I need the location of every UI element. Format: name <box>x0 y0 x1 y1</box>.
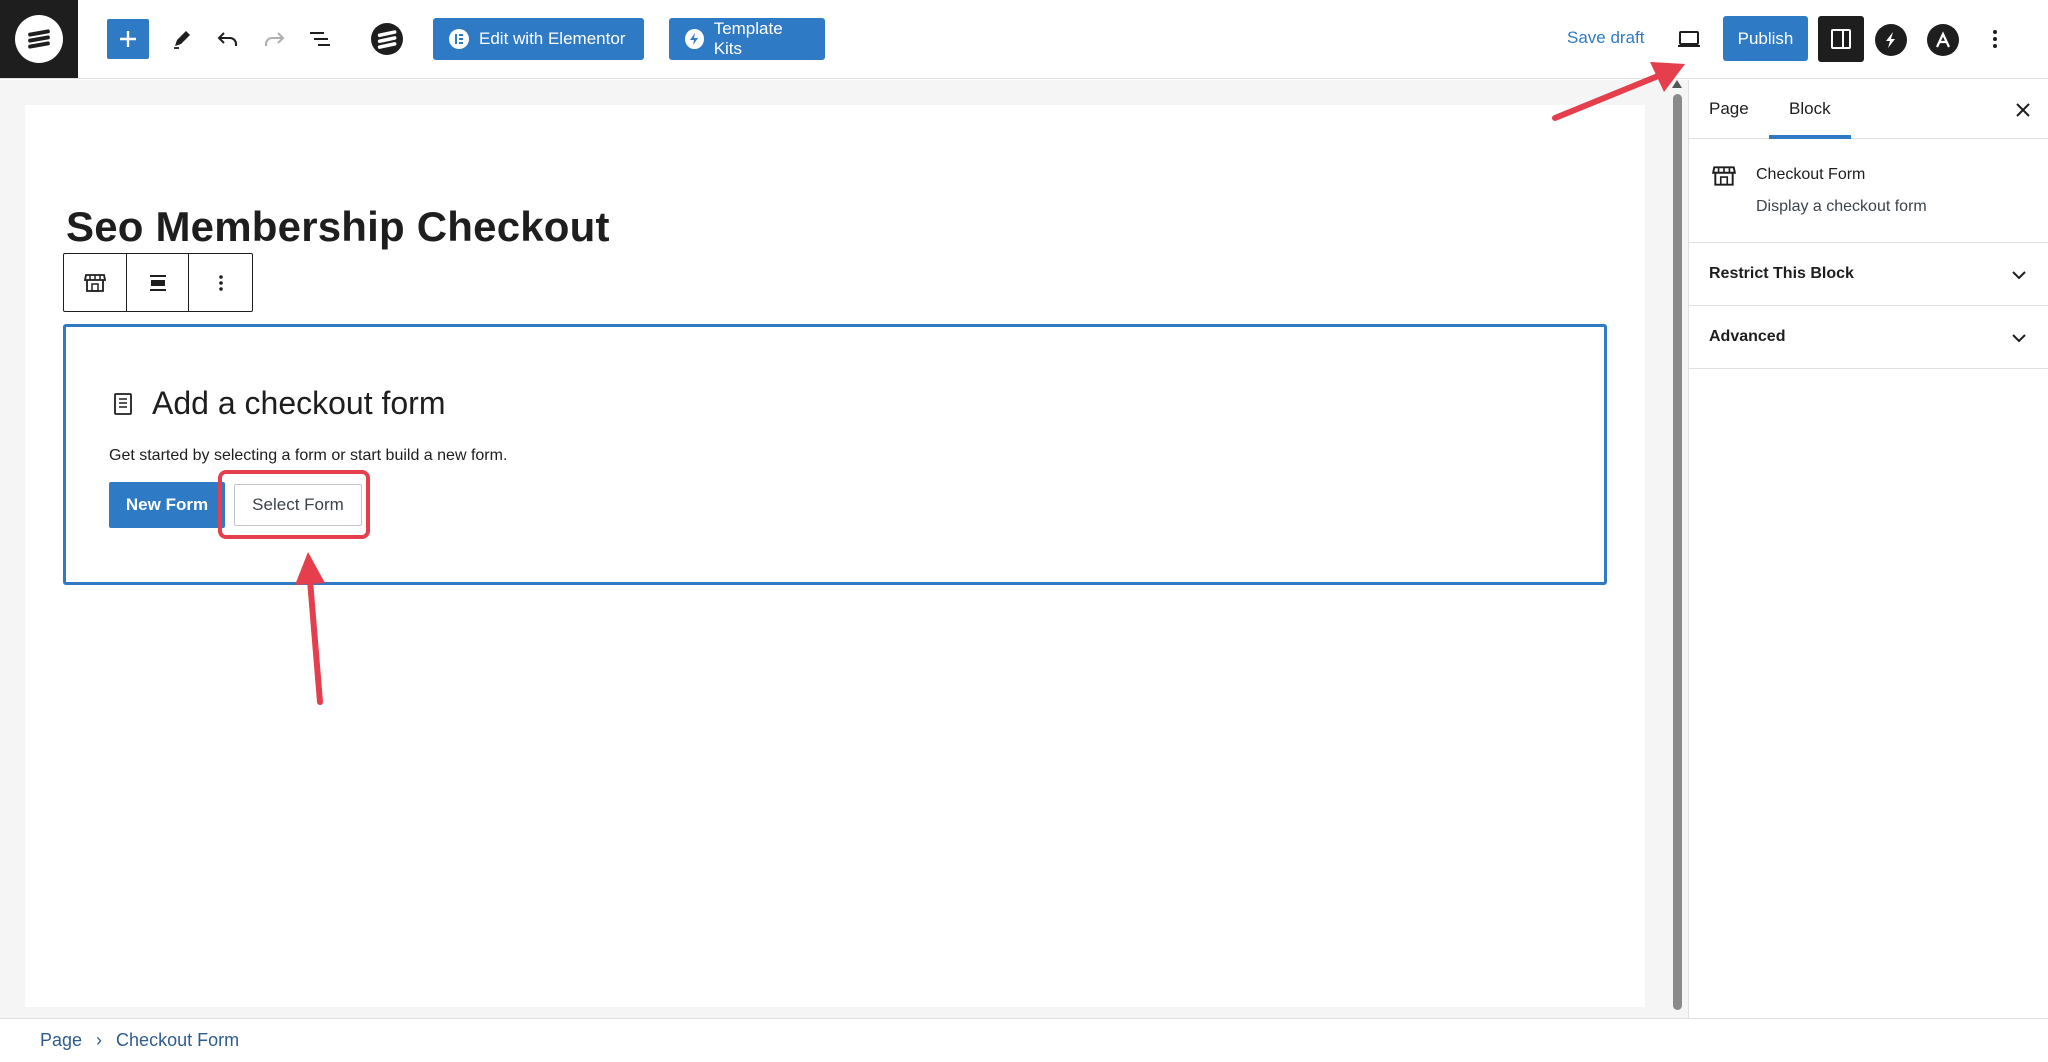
desktop-preview-icon <box>1678 31 1700 47</box>
edit-with-elementor-label: Edit with Elementor <box>479 29 626 48</box>
placeholder-description: Get started by selecting a form or start… <box>109 447 508 464</box>
add-block-icon <box>120 31 136 47</box>
redo-button[interactable] <box>252 17 296 61</box>
block-type-switcher[interactable] <box>64 254 127 311</box>
panel-restrict-this-block[interactable]: Restrict This Block <box>1689 243 2048 306</box>
tab-page[interactable]: Page <box>1709 99 1749 119</box>
settings-sidebar: Page Block Checkout Form Display a check… <box>1688 80 2048 1018</box>
chevron-down-icon <box>2012 334 2026 343</box>
elementor-e-icon <box>449 29 469 49</box>
site-logo-icon <box>15 15 63 63</box>
block-toolbar <box>63 253 253 312</box>
site-logo-button[interactable] <box>0 0 78 78</box>
settings-toggle-button[interactable] <box>1818 16 1864 62</box>
editor-top-toolbar: Edit with Elementor Template Kits Save d… <box>0 0 2048 79</box>
storefront-icon <box>1711 166 1737 186</box>
more-vertical-icon <box>218 274 223 291</box>
document-overview-icon <box>310 32 330 46</box>
spectra-logo-icon <box>371 23 403 55</box>
more-options-icon <box>1993 30 1997 48</box>
add-block-button[interactable] <box>107 19 149 59</box>
breadcrumb-separator: › <box>96 1030 103 1050</box>
tab-block[interactable]: Block <box>1789 99 1831 119</box>
panel-title: Restrict This Block <box>1709 265 1854 282</box>
block-card-title: Checkout Form <box>1756 166 1866 183</box>
breadcrumb-page[interactable]: Page <box>40 1030 82 1051</box>
pen-tool-icon <box>174 31 190 49</box>
template-kits-icon <box>685 29 704 49</box>
block-options-button[interactable] <box>189 254 252 311</box>
save-draft-button[interactable]: Save draft <box>1567 28 1645 48</box>
page-title[interactable]: Seo Membership Checkout <box>66 203 610 251</box>
redo-icon <box>265 32 285 46</box>
spectra-plugin-button[interactable] <box>1875 24 1907 56</box>
astra-button[interactable] <box>1927 24 1959 56</box>
storefront-icon <box>83 273 106 292</box>
publish-button[interactable]: Publish <box>1723 16 1808 61</box>
sidebar-toggle-icon <box>1831 29 1851 49</box>
close-icon <box>2016 103 2030 117</box>
scroll-up-arrow[interactable] <box>1672 80 1682 88</box>
canvas-scrollbar[interactable] <box>1673 94 1682 1010</box>
preview-button[interactable] <box>1667 17 1711 61</box>
spectra-button[interactable] <box>365 17 409 61</box>
block-align-button[interactable] <box>127 254 190 311</box>
spectra-icon <box>1886 32 1895 48</box>
undo-button[interactable] <box>206 17 250 61</box>
close-sidebar-button[interactable] <box>2010 97 2036 123</box>
block-breadcrumb: Page › Checkout Form <box>0 1018 2048 1062</box>
tools-button[interactable] <box>160 17 204 61</box>
placeholder-header: Add a checkout form <box>110 385 445 422</box>
chevron-down-icon <box>2012 271 2026 280</box>
template-kits-label: Template Kits <box>713 19 783 58</box>
new-form-button[interactable]: New Form <box>109 482 225 528</box>
form-list-icon <box>114 392 132 415</box>
block-info-card: Checkout Form Display a checkout form <box>1689 139 2048 243</box>
block-card-description: Display a checkout form <box>1756 198 1927 215</box>
undo-icon <box>217 32 237 46</box>
align-center-icon <box>149 274 166 291</box>
template-kits-button[interactable]: Template Kits <box>669 18 825 60</box>
edit-with-elementor-button[interactable]: Edit with Elementor <box>433 18 644 60</box>
more-options-button[interactable] <box>1973 17 2017 61</box>
panel-title: Advanced <box>1709 328 1786 345</box>
placeholder-title: Add a checkout form <box>152 385 446 421</box>
astra-icon <box>1936 31 1950 48</box>
select-form-highlight-box <box>218 470 370 539</box>
breadcrumb-checkout-form[interactable]: Checkout Form <box>116 1030 239 1051</box>
document-overview-button[interactable] <box>298 17 342 61</box>
sidebar-tabs: Page Block <box>1689 80 2048 139</box>
panel-advanced[interactable]: Advanced <box>1689 306 2048 369</box>
checkout-form-block[interactable]: Add a checkout form Get started by selec… <box>63 324 1607 585</box>
